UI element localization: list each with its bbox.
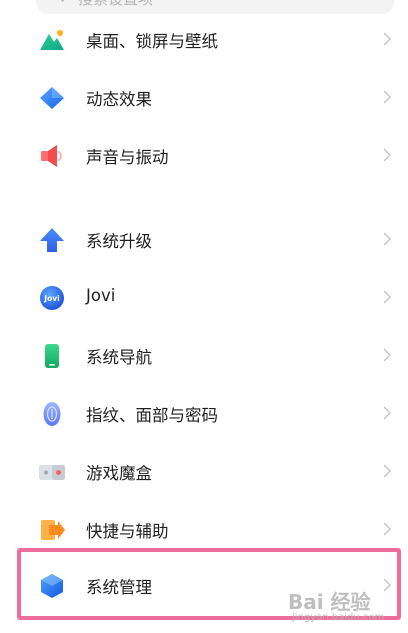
settings-item-label: 动态效果 — [86, 90, 152, 109]
fingerprint-icon — [43, 402, 61, 426]
speaker-icon — [41, 145, 62, 167]
chevron-right-icon — [383, 90, 391, 104]
settings-item-label: 游戏魔盒 — [86, 464, 152, 483]
settings-item-biometrics[interactable]: 指纹、面部与密码 — [0, 384, 408, 442]
chevron-right-icon — [383, 522, 391, 536]
watermark-main-text: Bai 经验 — [288, 590, 371, 614]
chevron-right-icon — [383, 464, 391, 478]
settings-item-label: 系统导航 — [86, 348, 152, 367]
settings-item-upgrade[interactable]: 系统升级 — [0, 210, 408, 268]
jovi-icon: Jovi — [40, 286, 64, 310]
landscape-icon — [40, 30, 64, 50]
shortcut-arrow-icon — [41, 520, 65, 540]
settings-item-jovi[interactable]: Jovi Jovi — [0, 268, 408, 326]
settings-item-label: 桌面、锁屏与壁纸 — [86, 32, 218, 51]
hexagon-icon — [41, 574, 63, 598]
chevron-right-icon — [383, 232, 391, 246]
diamond-icon — [40, 87, 64, 109]
chevron-right-icon — [383, 32, 391, 46]
watermark-logo: Bai 经验 jingyan.baidu.com — [282, 586, 402, 630]
settings-item-label: 快捷与辅助 — [86, 522, 169, 541]
svg-text:Jovi: Jovi — [43, 294, 59, 303]
settings-item-label: 指纹、面部与密码 — [86, 406, 218, 425]
settings-item-wallpaper[interactable]: 桌面、锁屏与壁纸 — [0, 10, 408, 68]
settings-item-label: Jovi — [86, 286, 116, 305]
arrow-up-icon — [40, 228, 64, 252]
settings-item-label: 系统管理 — [86, 578, 152, 597]
settings-item-label: 系统升级 — [86, 232, 152, 251]
chevron-right-icon — [383, 406, 391, 420]
phone-icon — [45, 344, 59, 368]
chevron-right-icon — [383, 348, 391, 362]
watermark-sub-text: jingyan.baidu.com — [292, 612, 385, 623]
settings-item-navigation[interactable]: 系统导航 — [0, 326, 408, 384]
search-placeholder: 搜索设置项 — [78, 0, 153, 9]
chevron-right-icon — [383, 290, 391, 304]
chevron-right-icon — [383, 148, 391, 162]
section-divider — [0, 188, 408, 208]
settings-item-shortcuts[interactable]: 快捷与辅助 — [0, 500, 408, 558]
settings-item-animation[interactable]: 动态效果 — [0, 68, 408, 126]
search-icon — [60, 0, 64, 2]
settings-item-label: 声音与振动 — [86, 148, 169, 167]
settings-item-game[interactable]: 游戏魔盒 — [0, 442, 408, 500]
settings-item-sound[interactable]: 声音与振动 — [0, 126, 408, 184]
game-box-icon — [39, 465, 65, 480]
